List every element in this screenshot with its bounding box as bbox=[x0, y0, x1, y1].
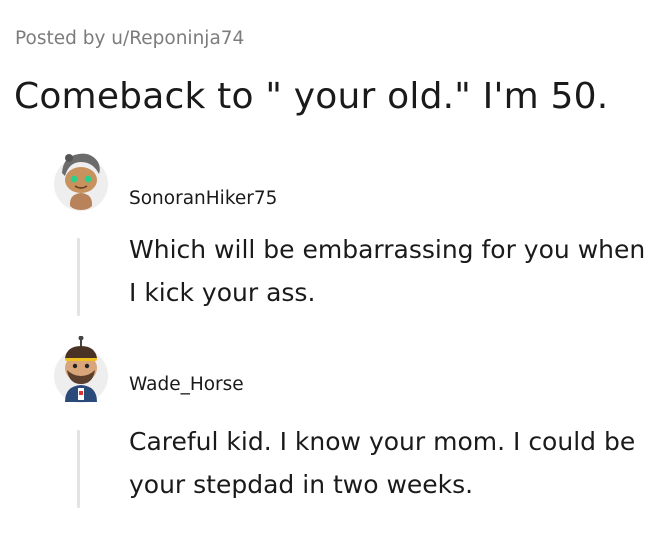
snoo-avatar-headband-beard-icon bbox=[54, 335, 108, 403]
comment: Wade_Horse Careful kid. I know your mom.… bbox=[0, 335, 665, 516]
avatar[interactable] bbox=[53, 148, 109, 212]
thread-line[interactable] bbox=[77, 430, 80, 508]
comment-username[interactable]: Wade_Horse bbox=[129, 374, 244, 395]
snoo-avatar-gray-hair-green-eyes-icon bbox=[54, 153, 108, 211]
comment: SonoranHiker75 Which will be embarrassin… bbox=[0, 148, 665, 318]
thread-line[interactable] bbox=[77, 238, 80, 316]
comment-body: Which will be embarrassing for you when … bbox=[129, 235, 646, 307]
comment-username[interactable]: SonoranHiker75 bbox=[129, 188, 277, 209]
comment-body: Careful kid. I know your mom. I could be… bbox=[129, 427, 636, 499]
avatar[interactable] bbox=[53, 335, 109, 403]
post-title: Comeback to " your old." I'm 50. bbox=[14, 76, 609, 117]
posted-by[interactable]: Posted by u/Reponinja74 bbox=[15, 28, 244, 49]
